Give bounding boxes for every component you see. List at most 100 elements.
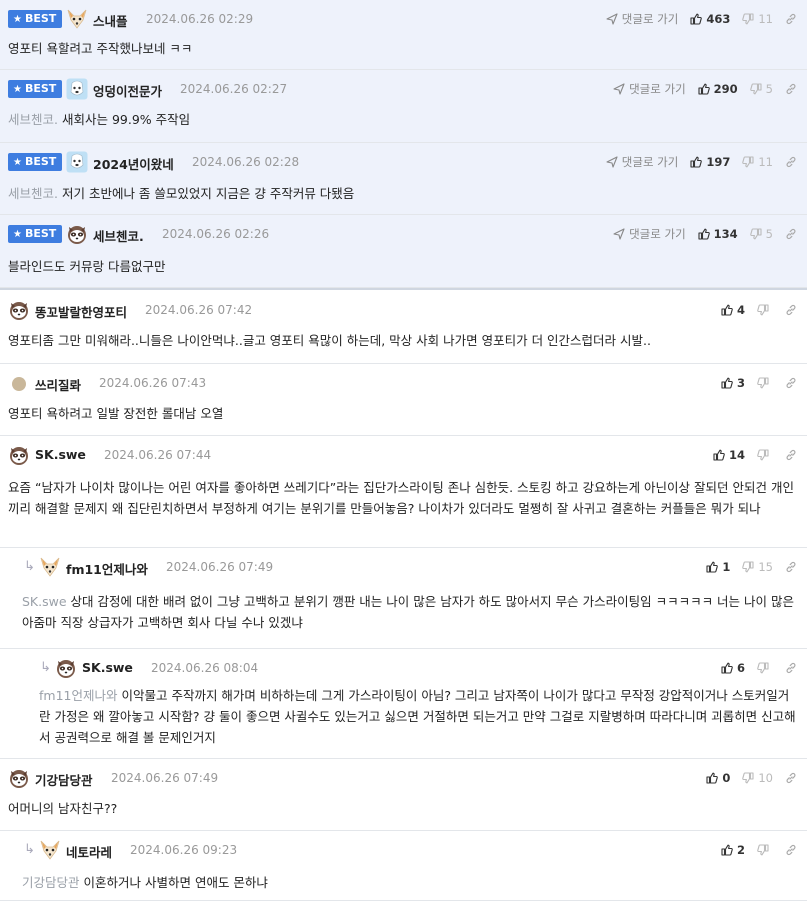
comment-actions: 1 15	[694, 558, 797, 576]
thumbs-down-icon	[757, 662, 769, 674]
avatar[interactable]	[55, 657, 77, 679]
comment-date: 2024.06.26 02:26	[162, 227, 270, 241]
upvote-button[interactable]: 1	[706, 560, 730, 574]
copy-link-button[interactable]	[785, 304, 797, 316]
copy-link-button[interactable]	[785, 13, 797, 25]
nickname[interactable]: 세브첸코.	[93, 226, 144, 245]
copy-link-button[interactable]	[785, 228, 797, 240]
best-badge-label: BEST	[24, 227, 57, 240]
upvote-button[interactable]: 6	[721, 661, 745, 675]
nickname[interactable]: 기강담당관	[35, 770, 93, 789]
best-badge: ★ BEST	[8, 153, 63, 171]
upvote-count: 134	[713, 227, 738, 241]
downvote-button[interactable]: 10	[742, 771, 773, 785]
comment-header: 쓰리질롸 2024.06.26 07:43 3	[0, 372, 807, 394]
avatar[interactable]	[66, 8, 88, 30]
avatar[interactable]	[39, 556, 61, 578]
goto-comment-button[interactable]: 댓글로 가기	[606, 154, 678, 170]
upvote-button[interactable]: 290	[698, 82, 738, 96]
upvote-button[interactable]: 0	[706, 771, 730, 785]
nickname[interactable]: SK.swe	[35, 447, 86, 462]
comment: 기강담당관 2024.06.26 07:49 0 10 어머니의 남자친구??	[0, 759, 807, 831]
downvote-button[interactable]	[757, 662, 773, 674]
comment-body: 기강담당관 이혼하거나 사별하면 연애도 몬하냐	[22, 872, 797, 893]
nickname[interactable]: 쓰리질롸	[35, 375, 81, 394]
mention-target[interactable]: 세브첸코.	[8, 112, 58, 127]
downvote-button[interactable]	[757, 377, 773, 389]
upvote-button[interactable]: 14	[713, 448, 745, 462]
nickname[interactable]: 2024년이왔네	[93, 154, 174, 173]
nickname[interactable]: fm11언제나와	[66, 559, 148, 578]
reply-comment: ↳ 네토라레 2024.06.26 09:23 2 기강담당관 이혼하거나 사별하면 연애…	[0, 831, 807, 901]
nickname[interactable]: 스내플	[93, 11, 128, 30]
downvote-button[interactable]	[757, 844, 773, 856]
nickname[interactable]: 네토라레	[66, 842, 112, 861]
avatar[interactable]	[8, 372, 30, 394]
link-icon	[786, 13, 796, 25]
avatar[interactable]	[8, 444, 30, 466]
thumbs-up-icon	[721, 662, 733, 674]
best-comment: ★ BEST 2024년이왔네 2024.06.26 02:28 댓글로 가기 197 11…	[0, 143, 807, 215]
link-icon	[786, 772, 796, 784]
copy-link-button[interactable]	[785, 662, 797, 674]
downvote-button[interactable]: 5	[749, 82, 773, 96]
upvote-button[interactable]: 463	[690, 12, 730, 26]
avatar[interactable]	[8, 299, 30, 321]
thumbs-down-icon	[757, 304, 769, 316]
upvote-button[interactable]: 3	[721, 376, 745, 390]
avatar[interactable]	[66, 223, 88, 245]
nickname[interactable]: 엉덩이전문가	[93, 81, 162, 100]
goto-comment-button[interactable]: 댓글로 가기	[613, 226, 686, 242]
comment-text: 저기 초반에나 좀 쓸모있었지 지금은 걍 주작커뮤 다됐음	[61, 186, 355, 201]
star-icon: ★	[13, 14, 22, 25]
thumbs-down-icon	[757, 844, 769, 856]
avatar[interactable]	[66, 151, 88, 173]
comment-text: 어머니의 남자친구??	[8, 801, 118, 816]
avatar[interactable]	[39, 839, 61, 861]
link-icon	[786, 662, 796, 674]
downvote-button[interactable]	[757, 304, 773, 316]
upvote-button[interactable]: 4	[721, 303, 745, 317]
thumbs-up-icon	[698, 83, 710, 95]
downvote-button[interactable]: 5	[749, 227, 773, 241]
copy-link-button[interactable]	[785, 561, 797, 573]
upvote-button[interactable]: 2	[721, 843, 745, 857]
link-icon	[786, 83, 796, 95]
reply-comment: ↳ SK.swe 2024.06.26 08:04 6 fm11언제나와 이악물고 주작까…	[0, 649, 807, 759]
comment-text: 상대 감정에 대한 배려 없이 그냥 고백하고 분위기 깽판 내는 나이 많은 …	[22, 594, 795, 630]
downvote-button[interactable]: 11	[742, 155, 773, 169]
upvote-count: 290	[713, 82, 738, 96]
comment-text: 영포티 욕할려고 주작했나보네 ㅋㅋ	[8, 41, 193, 56]
comment-actions: 댓글로 가기 290 5	[601, 80, 797, 98]
upvote-button[interactable]: 197	[690, 155, 730, 169]
downvote-button[interactable]	[757, 449, 773, 461]
copy-link-button[interactable]	[785, 772, 797, 784]
mention-target[interactable]: fm11언제나와	[39, 688, 117, 703]
comment-date: 2024.06.26 02:28	[192, 155, 300, 169]
upvote-count: 14	[728, 448, 745, 462]
downvote-button[interactable]: 15	[742, 560, 773, 574]
avatar[interactable]	[8, 767, 30, 789]
mention-target[interactable]: SK.swe	[22, 594, 67, 609]
downvote-button[interactable]: 11	[742, 12, 773, 26]
copy-link-button[interactable]	[785, 377, 797, 389]
avatar[interactable]	[66, 78, 88, 100]
goto-comment-button[interactable]: 댓글로 가기	[613, 81, 686, 97]
nickname[interactable]: 똥꼬발랄한영포티	[35, 302, 127, 321]
link-icon	[786, 449, 796, 461]
copy-link-button[interactable]	[785, 449, 797, 461]
comment-actions: 댓글로 가기 463 11	[594, 10, 797, 28]
goto-comment-button[interactable]: 댓글로 가기	[606, 11, 678, 27]
thumbs-down-icon	[742, 156, 754, 168]
upvote-button[interactable]: 134	[698, 227, 738, 241]
copy-link-button[interactable]	[785, 83, 797, 95]
mention-target[interactable]: 세브첸코.	[8, 186, 58, 201]
upvote-count: 197	[706, 155, 731, 169]
copy-link-button[interactable]	[785, 156, 797, 168]
comment-date: 2024.06.26 07:49	[111, 771, 219, 785]
comment-date: 2024.06.26 07:49	[166, 560, 274, 574]
mention-target[interactable]: 기강담당관	[22, 875, 80, 890]
nickname[interactable]: SK.swe	[82, 660, 133, 675]
comment: SK.swe 2024.06.26 07:44 14 요즘 “남자가 나이차 많이나는…	[0, 436, 807, 548]
copy-link-button[interactable]	[785, 844, 797, 856]
